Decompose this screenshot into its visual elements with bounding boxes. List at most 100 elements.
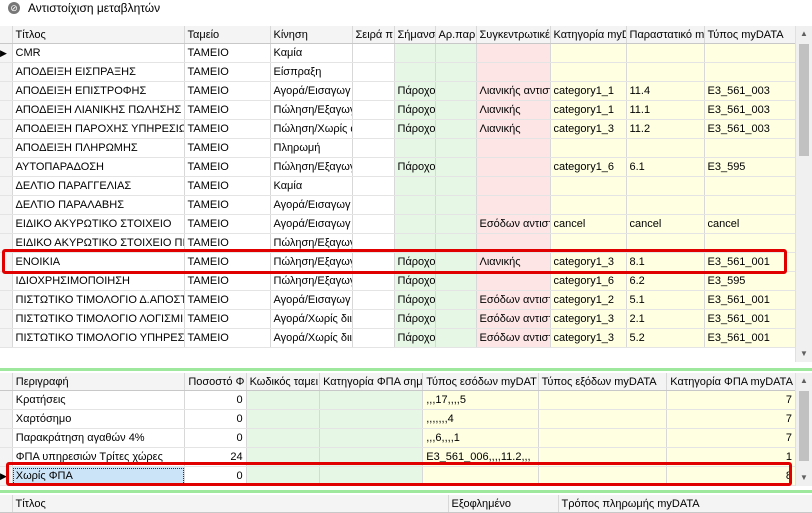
table-cell[interactable]: Αγορά/Εισαγωγ	[270, 195, 353, 215]
row-indicator[interactable]	[0, 290, 13, 310]
table-cell[interactable]: Καμία	[270, 43, 353, 63]
table-cell[interactable]: ΕΙΔΙΚΟ ΑΚΥΡΩΤΙΚΟ ΣΤΟΙΧΕΙΟ	[12, 214, 185, 234]
table-row[interactable]: ΔΕΛΤΙΟ ΠΑΡΑΓΓΕΛΙΑΣ ΤΑΜΕΙΟ Καμία	[0, 176, 797, 196]
table-cell[interactable]: E3_561_003	[704, 119, 797, 139]
splitter[interactable]	[0, 490, 812, 493]
table-cell[interactable]	[626, 176, 705, 196]
table-cell[interactable]	[352, 309, 395, 329]
table-cell[interactable]: category1_3	[550, 309, 627, 329]
table-cell[interactable]: ,,,,,,,4	[422, 409, 539, 429]
table-cell[interactable]	[352, 290, 395, 310]
table-cell[interactable]: ΤΑΜΕΙΟ	[184, 62, 271, 82]
col-header[interactable]: Συγκεντρωτικέ	[476, 26, 551, 44]
table-cell[interactable]: ,,,17,,,,5	[422, 390, 539, 410]
table-cell[interactable]	[394, 214, 436, 234]
table-cell[interactable]: ΑΥΤΟΠΑΡΑΔΟΣΗ	[12, 157, 185, 177]
table-cell[interactable]: Πάροχο	[394, 119, 436, 139]
table-cell[interactable]: ΔΕΛΤΙΟ ΠΑΡΑΓΓΕΛΙΑΣ	[12, 176, 185, 196]
table-cell[interactable]: Παρακράτηση αγαθών 4%	[12, 428, 186, 448]
table-cell[interactable]: category1_6	[550, 271, 627, 291]
table-cell[interactable]: Καμία	[270, 176, 353, 196]
table-cell[interactable]	[319, 428, 424, 448]
col-header[interactable]: Κωδικός ταμει	[246, 373, 321, 391]
table-cell[interactable]	[435, 328, 477, 348]
table-cell[interactable]: 11.4	[626, 81, 705, 101]
col-header[interactable]: Αρ.παρ	[435, 26, 477, 44]
table-cell[interactable]	[394, 195, 436, 215]
table-cell[interactable]: Λιανικής	[476, 100, 551, 120]
row-indicator[interactable]	[0, 176, 13, 196]
table-cell[interactable]: ΤΑΜΕΙΟ	[184, 195, 271, 215]
current-row-indicator[interactable]: ▶	[0, 43, 13, 63]
row-indicator[interactable]	[0, 62, 13, 82]
table-cell[interactable]	[394, 176, 436, 196]
table-cell[interactable]: Αγορά/Εισαγωγ	[270, 214, 353, 234]
table-cell[interactable]	[352, 119, 395, 139]
table-cell[interactable]: ΤΑΜΕΙΟ	[184, 43, 271, 63]
table-cell[interactable]: ΤΑΜΕΙΟ	[184, 214, 271, 234]
table-cell[interactable]	[704, 138, 797, 158]
table-cell[interactable]	[626, 138, 705, 158]
col-header[interactable]: Ταμείο	[184, 26, 271, 44]
table-cell[interactable]	[704, 176, 797, 196]
table-cell[interactable]: ΤΑΜΕΙΟ	[184, 176, 271, 196]
table-row[interactable]: Παρακράτηση αγαθών 4% 0 ,,,6,,,,1 7	[0, 428, 796, 448]
table-cell[interactable]: ΤΑΜΕΙΟ	[184, 100, 271, 120]
table-cell[interactable]	[550, 62, 627, 82]
document-types-grid[interactable]: Τίτλος Ταμείο Κίνηση Σειρά π Σήμανσ Αρ.π…	[0, 26, 797, 348]
table-cell[interactable]: Εσόδων αντιστ	[476, 290, 551, 310]
table-cell[interactable]: category1_3	[550, 119, 627, 139]
table-cell[interactable]	[550, 195, 627, 215]
table-cell[interactable]: Πάροχο	[394, 290, 436, 310]
table-cell[interactable]	[246, 409, 321, 429]
col-header[interactable]: Τύπος myDATA	[704, 26, 797, 44]
table-cell[interactable]: E3_561_003	[704, 100, 797, 120]
table-cell[interactable]: ΤΑΜΕΙΟ	[184, 81, 271, 101]
table-cell[interactable]	[476, 176, 551, 196]
table-cell[interactable]: E3_595	[704, 271, 797, 291]
row-indicator[interactable]	[0, 100, 13, 120]
table-cell[interactable]: category1_1	[550, 81, 627, 101]
row-indicator[interactable]	[0, 390, 13, 410]
col-header[interactable]: Παραστατικό m	[626, 26, 705, 44]
table-cell[interactable]: Είσπραξη	[270, 62, 353, 82]
table-cell[interactable]: Πάροχο	[394, 328, 436, 348]
table-cell[interactable]: Αγορά/Εισαγωγ	[270, 290, 353, 310]
table-row[interactable]: ΙΔΙΟΧΡΗΣΙΜΟΠΟΙΗΣΗ ΤΑΜΕΙΟ Πώληση/Εξαγωγ Πάρο…	[0, 271, 797, 291]
table-cell[interactable]: ΑΠΟΔΕΙΞΗ ΕΙΣΠΡΑΞΗΣ	[12, 62, 185, 82]
table-cell[interactable]	[435, 119, 477, 139]
col-header[interactable]: Κίνηση	[270, 26, 353, 44]
table-cell[interactable]	[435, 100, 477, 120]
table-cell[interactable]: 0	[184, 428, 247, 448]
table-row[interactable]: ΔΕΛΤΙΟ ΠΑΡΑΛΑΒΗΣ ΤΑΜΕΙΟ Αγορά/Εισαγωγ	[0, 195, 797, 215]
table-cell[interactable]: Πάροχο	[394, 100, 436, 120]
col-header[interactable]: Σήμανσ	[394, 26, 436, 44]
row-indicator[interactable]	[0, 119, 13, 139]
table-cell[interactable]: ΙΔΙΟΧΡΗΣΙΜΟΠΟΙΗΣΗ	[12, 271, 185, 291]
table-cell[interactable]: 6.1	[626, 157, 705, 177]
table-cell[interactable]: Πώληση/Εξαγωγ	[270, 271, 353, 291]
table-cell[interactable]: Πώληση/Χωρίς ά	[270, 119, 353, 139]
table-cell[interactable]	[352, 157, 395, 177]
table-cell[interactable]	[550, 176, 627, 196]
table-cell[interactable]	[352, 271, 395, 291]
table-cell[interactable]	[435, 271, 477, 291]
table-cell[interactable]: ΑΠΟΔΕΙΞΗ ΠΑΡΟΧΗΣ ΥΠΗΡΕΣΙΩΝ	[12, 119, 185, 139]
table-cell[interactable]: ΤΑΜΕΙΟ	[184, 119, 271, 139]
col-header[interactable]: Κατηγορία ΦΠΑ σημ	[319, 373, 424, 391]
table-row[interactable]: ΑΥΤΟΠΑΡΑΔΟΣΗ ΤΑΜΕΙΟ Πώληση/Εξαγωγ Πάροχο cat…	[0, 157, 797, 177]
table-row[interactable]: ΕΙΔΙΚΟ ΑΚΥΡΩΤΙΚΟ ΣΤΟΙΧΕΙΟ ΤΑΜΕΙΟ Αγορά/Εισ…	[0, 214, 797, 234]
table-row[interactable]: ΑΠΟΔΕΙΞΗ ΠΑΡΟΧΗΣ ΥΠΗΡΕΣΙΩΝ ΤΑΜΕΙΟ Πώληση/Χ…	[0, 119, 797, 139]
table-cell[interactable]	[435, 290, 477, 310]
table-cell[interactable]: Χαρτόσημο	[12, 409, 186, 429]
table-cell[interactable]: ΔΕΛΤΙΟ ΠΑΡΑΛΑΒΗΣ	[12, 195, 185, 215]
table-cell[interactable]: 6.2	[626, 271, 705, 291]
col-header[interactable]: Σειρά π	[352, 26, 395, 44]
table-cell[interactable]	[319, 409, 424, 429]
row-indicator[interactable]	[0, 328, 13, 348]
row-indicator[interactable]	[0, 81, 13, 101]
table-cell[interactable]: Πώληση/Εξαγωγ	[270, 157, 353, 177]
table-cell[interactable]	[394, 62, 436, 82]
table-cell[interactable]: category1_2	[550, 290, 627, 310]
table-cell[interactable]: ΠΙΣΤΩΤΙΚΟ ΤΙΜΟΛΟΓΙΟ ΛΟΓΙΣΜΙΚ	[12, 309, 185, 329]
